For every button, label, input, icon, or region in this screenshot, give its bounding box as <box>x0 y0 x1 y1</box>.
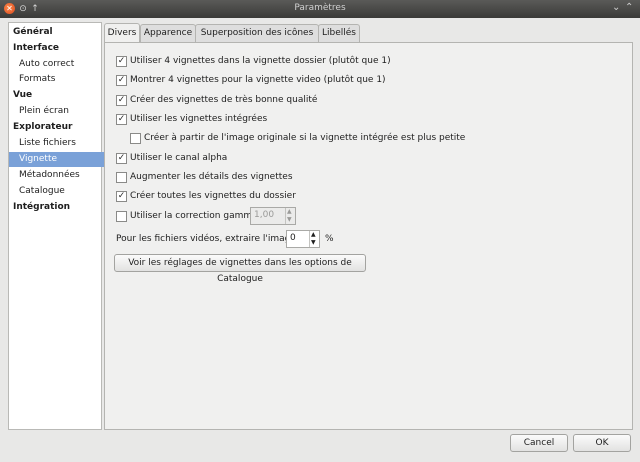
video-extract-label: Pour les fichiers vidéos, extraire l'ima… <box>116 234 305 244</box>
checkbox[interactable]: ✓ <box>116 75 127 86</box>
gamma-spinbox: 1,00 ▲ ▼ <box>250 207 296 225</box>
tab-apparence[interactable]: Apparence <box>140 24 196 42</box>
sidebar-item-metadonnees[interactable]: Métadonnées <box>9 168 111 183</box>
checkbox[interactable]: ✓ <box>116 95 127 106</box>
arrow-up-icon[interactable]: ▲ <box>311 232 316 238</box>
sidebar-item-interface[interactable]: Interface <box>9 41 105 56</box>
title-bar: ✕ ⊙ ↑ Paramètres ⌄ ⌃ <box>0 0 640 18</box>
arrow-up-icon: ▲ <box>287 208 292 215</box>
video-extract-stepper[interactable]: ▲ ▼ <box>309 231 319 247</box>
category-sidebar: Général Interface Auto correct Formats V… <box>8 22 111 430</box>
video-extract-value[interactable]: 0 <box>290 233 296 243</box>
option-label: Augmenter les détails des vignettes <box>130 172 293 182</box>
window-title: Paramètres <box>294 3 346 13</box>
option-label: Créer toutes les vignettes du dossier <box>130 191 296 201</box>
option-label: Créer à partir de l'image originale si l… <box>144 133 466 143</box>
gamma-stepper: ▲ ▼ <box>285 208 295 224</box>
option-label: Utiliser la correction gamma <box>130 211 258 221</box>
sidebar-item-general[interactable]: Général <box>9 25 105 40</box>
percent-unit: % <box>325 234 334 244</box>
video-extract-row: Pour les fichiers vidéos, extraire l'ima… <box>116 233 304 247</box>
sidebar-item-plein-ecran[interactable]: Plein écran <box>9 104 111 119</box>
option-label: Utiliser 4 vignettes dans la vignette do… <box>130 56 391 66</box>
ok-button[interactable]: OK <box>573 434 631 452</box>
checkbox[interactable] <box>116 172 127 183</box>
sidebar-item-liste-fichiers[interactable]: Liste fichiers <box>9 136 111 151</box>
tab-divers[interactable]: Divers <box>104 23 140 43</box>
sidebar-item-formats[interactable]: Formats <box>9 72 111 87</box>
option-label: Utiliser le canal alpha <box>130 153 228 163</box>
sidebar-item-auto-correct[interactable]: Auto correct <box>9 57 111 72</box>
cancel-button[interactable]: Cancel <box>510 434 568 452</box>
checkbox[interactable]: ✓ <box>116 153 127 164</box>
gamma-value: 1,00 <box>254 210 275 220</box>
option-label: Créer des vignettes de très bonne qualit… <box>130 95 318 105</box>
divers-panel: ✓ Utiliser 4 vignettes dans la vignette … <box>104 42 633 430</box>
sidebar-item-explorateur[interactable]: Explorateur <box>9 120 105 135</box>
tab-superposition-icones[interactable]: Superposition des icônes <box>195 24 319 42</box>
checkbox[interactable] <box>116 211 127 222</box>
checkbox[interactable]: ✓ <box>116 114 127 125</box>
arrow-down-icon: ▼ <box>287 216 292 223</box>
maximize-icon[interactable]: ⌃ <box>625 2 633 13</box>
video-extract-spinbox[interactable]: 0 ▲ ▼ <box>286 230 320 248</box>
sidebar-item-vignette[interactable]: Vignette <box>9 152 111 167</box>
sidebar-item-vue[interactable]: Vue <box>9 88 105 103</box>
arrow-down-icon[interactable]: ▼ <box>311 240 316 246</box>
settings-window: ✕ ⊙ ↑ Paramètres ⌄ ⌃ Général Interface A… <box>0 0 640 462</box>
sidebar-item-catalogue[interactable]: Catalogue <box>9 184 111 199</box>
tab-libelles[interactable]: Libellés <box>318 24 360 42</box>
checkbox[interactable]: ✓ <box>116 56 127 67</box>
option-label: Utiliser les vignettes intégrées <box>130 114 268 124</box>
checkbox[interactable] <box>130 133 141 144</box>
sidebar-item-integration[interactable]: Intégration <box>9 200 105 215</box>
catalog-thumbnail-settings-button[interactable]: Voir les réglages de vignettes dans les … <box>114 254 366 284</box>
checkbox[interactable]: ✓ <box>116 191 127 202</box>
minimize-icon[interactable]: ⌄ <box>612 2 620 13</box>
option-label: Montrer 4 vignettes pour la vignette vid… <box>130 75 386 85</box>
